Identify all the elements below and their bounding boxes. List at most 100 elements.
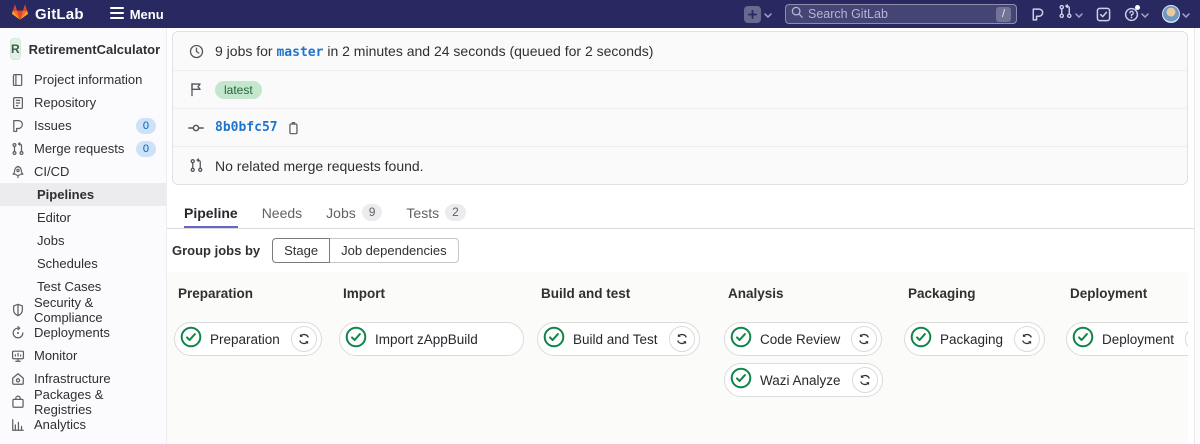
merge-request-icon (188, 158, 204, 173)
latest-badge: latest (215, 80, 262, 99)
stage-name: Packaging (908, 286, 976, 301)
pipeline-flags-row: latest (173, 70, 1187, 108)
job-preparation[interactable]: Preparation (174, 322, 322, 356)
infrastructure-icon (10, 372, 25, 386)
user-avatar (1162, 5, 1180, 23)
sidebar-item-monitor[interactable]: Monitor (0, 344, 166, 367)
branch-link[interactable]: master (276, 45, 323, 60)
group-by-stage-button[interactable]: Stage (272, 238, 331, 263)
nav-help-dropdown[interactable] (1124, 4, 1149, 23)
deployments-icon (10, 325, 25, 340)
group-jobs-by-label: Group jobs by (172, 243, 261, 258)
tab-pipeline[interactable]: Pipeline (184, 199, 238, 228)
sidebar-item-merge-requests[interactable]: Merge requests 0 (0, 137, 166, 160)
search-input[interactable] (808, 7, 991, 21)
project-name: RetirementCalculator (28, 41, 161, 57)
job-wazi-analyze[interactable]: Wazi Analyze (724, 363, 883, 397)
status-success-icon (730, 326, 752, 353)
chevron-down-icon (764, 5, 772, 23)
related-merge-requests-row: No related merge requests found. (173, 146, 1187, 184)
package-icon (10, 395, 25, 409)
chevron-down-icon (1075, 5, 1083, 23)
brand-name: GitLab (35, 5, 84, 23)
pipeline-tabs: Pipeline Needs Jobs 9 Tests 2 (167, 199, 1194, 229)
merge-requests-count-badge: 0 (135, 140, 156, 157)
stage-name: Import (343, 286, 385, 301)
stage-name: Deployment (1070, 286, 1148, 301)
pipeline-summary-card: 9 jobs for master in 2 minutes and 24 se… (172, 31, 1188, 185)
commit-icon (188, 120, 204, 136)
stage-column-build-and-test: Build and test Build and Test (537, 286, 700, 363)
job-build-and-test[interactable]: Build and Test (537, 322, 700, 356)
commit-sha-link[interactable]: 8b0bfc57 (215, 120, 278, 135)
job-code-review[interactable]: Code Review (724, 322, 883, 356)
repository-icon (10, 96, 25, 110)
job-packaging[interactable]: Packaging (904, 322, 1046, 356)
gitlab-logo-icon (10, 2, 30, 26)
search-icon (791, 5, 803, 23)
merge-request-icon (10, 141, 25, 156)
issues-count-badge: 0 (135, 117, 156, 134)
sidebar-item-editor[interactable]: Editor (0, 206, 166, 229)
nav-issues-icon[interactable] (1030, 7, 1045, 22)
tab-tests[interactable]: Tests 2 (406, 199, 466, 228)
sidebar-item-repository[interactable]: Repository (0, 91, 166, 114)
status-success-icon (345, 326, 367, 353)
jobs-count-badge: 9 (361, 204, 383, 221)
rocket-icon (10, 165, 25, 179)
chevron-down-icon (1182, 5, 1190, 23)
retry-job-button[interactable] (851, 367, 878, 393)
global-search[interactable]: / (785, 4, 1017, 24)
group-by-job-dependencies-button[interactable]: Job dependencies (329, 238, 459, 263)
sidebar-item-jobs[interactable]: Jobs (0, 229, 166, 252)
job-import-zappbuild[interactable]: Import zAppBuild (339, 322, 524, 356)
issues-icon (10, 119, 25, 133)
no-merge-requests-text: No related merge requests found. (215, 157, 424, 174)
status-success-icon (730, 367, 752, 394)
project-information-icon (10, 73, 25, 87)
plus-icon (744, 5, 761, 23)
user-menu-dropdown[interactable] (1162, 5, 1190, 23)
menu-button[interactable]: Menu (109, 6, 164, 22)
sidebar-item-cicd[interactable]: CI/CD (0, 160, 166, 183)
group-jobs-segmented-control: Stage Job dependencies (272, 238, 459, 263)
hamburger-icon (109, 6, 124, 22)
shield-icon (10, 303, 25, 317)
tests-count-badge: 2 (445, 204, 466, 221)
stage-column-packaging: Packaging Packaging (904, 286, 1046, 363)
notification-dot (1135, 4, 1140, 10)
sidebar-item-pipelines[interactable]: Pipelines (0, 183, 166, 206)
retry-job-button[interactable] (851, 326, 878, 352)
pipeline-duration-row: 9 jobs for master in 2 minutes and 24 se… (173, 32, 1187, 70)
page-scrollbar[interactable] (1194, 28, 1200, 444)
stage-column-deployment: Deployment Deployment (1066, 286, 1188, 363)
new-item-dropdown[interactable] (744, 5, 772, 23)
stage-column-preparation: Preparation Preparation (174, 286, 322, 363)
sidebar-item-schedules[interactable]: Schedules (0, 252, 166, 275)
group-jobs-by: Group jobs by Stage Job dependencies (172, 238, 459, 263)
stage-column-import: Import Import zAppBuild (339, 286, 524, 363)
gitlab-home-link[interactable]: GitLab (10, 2, 84, 26)
status-success-icon (543, 326, 565, 353)
tab-jobs[interactable]: Jobs 9 (326, 199, 383, 228)
project-sidebar: R RetirementCalculator Project informati… (0, 28, 167, 444)
retry-job-button[interactable] (1014, 326, 1041, 352)
status-success-icon (180, 326, 202, 353)
sidebar-item-project-information[interactable]: Project information (0, 68, 166, 91)
retry-job-button[interactable] (668, 326, 695, 352)
retry-job-button[interactable] (290, 326, 317, 352)
nav-todos-icon[interactable] (1096, 7, 1111, 22)
sidebar-item-packages-registries[interactable]: Packages & Registries (0, 387, 166, 417)
sidebar-item-issues[interactable]: Issues 0 (0, 114, 166, 137)
sidebar-project-header[interactable]: R RetirementCalculator (0, 35, 166, 68)
nav-merge-requests-dropdown[interactable] (1058, 4, 1083, 24)
job-deployment[interactable]: Deployment (1066, 322, 1188, 356)
status-success-icon (910, 326, 932, 353)
copy-commit-sha-button[interactable] (286, 121, 300, 135)
retry-job-button[interactable] (1185, 326, 1188, 352)
stage-name: Build and test (541, 286, 631, 301)
status-success-icon (1072, 326, 1094, 353)
pipeline-graph: Preparation Preparation Import Import zA… (167, 272, 1188, 444)
tab-needs[interactable]: Needs (262, 199, 302, 228)
sidebar-item-security-compliance[interactable]: Security & Compliance (0, 295, 166, 325)
